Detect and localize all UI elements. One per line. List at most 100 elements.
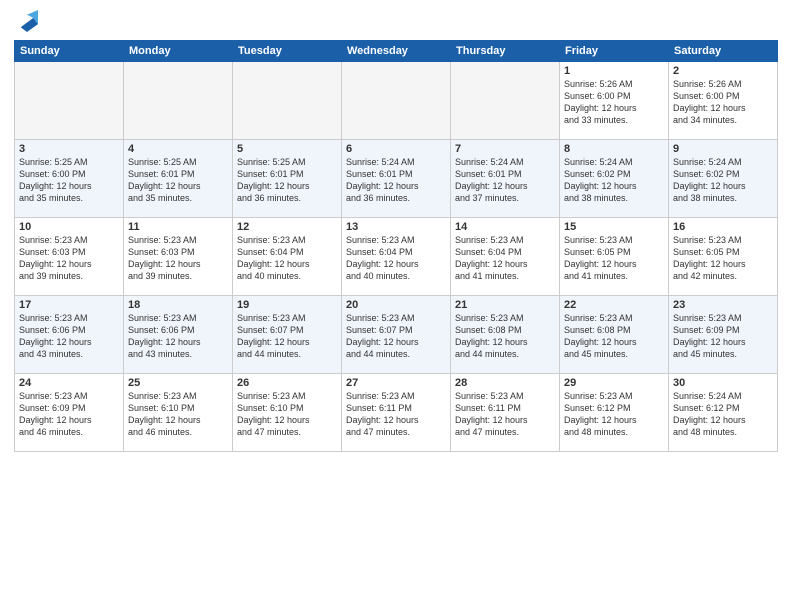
calendar-cell: 22Sunrise: 5:23 AM Sunset: 6:08 PM Dayli…	[560, 296, 669, 374]
calendar-cell: 20Sunrise: 5:23 AM Sunset: 6:07 PM Dayli…	[342, 296, 451, 374]
day-number: 1	[564, 65, 664, 77]
weekday-wednesday: Wednesday	[342, 41, 451, 62]
calendar-cell: 16Sunrise: 5:23 AM Sunset: 6:05 PM Dayli…	[669, 218, 778, 296]
day-number: 27	[346, 377, 446, 389]
day-number: 18	[128, 299, 228, 311]
day-number: 24	[19, 377, 119, 389]
calendar-cell: 4Sunrise: 5:25 AM Sunset: 6:01 PM Daylig…	[124, 140, 233, 218]
weekday-friday: Friday	[560, 41, 669, 62]
day-number: 9	[673, 143, 773, 155]
day-info: Sunrise: 5:25 AM Sunset: 6:00 PM Dayligh…	[19, 156, 119, 205]
calendar-cell: 25Sunrise: 5:23 AM Sunset: 6:10 PM Dayli…	[124, 374, 233, 452]
calendar-cell: 28Sunrise: 5:23 AM Sunset: 6:11 PM Dayli…	[451, 374, 560, 452]
day-info: Sunrise: 5:23 AM Sunset: 6:05 PM Dayligh…	[564, 234, 664, 283]
day-number: 25	[128, 377, 228, 389]
day-info: Sunrise: 5:23 AM Sunset: 6:05 PM Dayligh…	[673, 234, 773, 283]
day-info: Sunrise: 5:23 AM Sunset: 6:10 PM Dayligh…	[237, 390, 337, 439]
day-number: 10	[19, 221, 119, 233]
day-info: Sunrise: 5:23 AM Sunset: 6:11 PM Dayligh…	[346, 390, 446, 439]
day-number: 11	[128, 221, 228, 233]
day-info: Sunrise: 5:23 AM Sunset: 6:09 PM Dayligh…	[19, 390, 119, 439]
day-number: 3	[19, 143, 119, 155]
calendar-cell	[15, 62, 124, 140]
calendar-cell: 18Sunrise: 5:23 AM Sunset: 6:06 PM Dayli…	[124, 296, 233, 374]
calendar-cell: 17Sunrise: 5:23 AM Sunset: 6:06 PM Dayli…	[15, 296, 124, 374]
day-number: 26	[237, 377, 337, 389]
calendar-cell: 13Sunrise: 5:23 AM Sunset: 6:04 PM Dayli…	[342, 218, 451, 296]
week-row-4: 17Sunrise: 5:23 AM Sunset: 6:06 PM Dayli…	[15, 296, 778, 374]
calendar-cell	[124, 62, 233, 140]
day-number: 23	[673, 299, 773, 311]
page: SundayMondayTuesdayWednesdayThursdayFrid…	[0, 0, 792, 612]
day-info: Sunrise: 5:24 AM Sunset: 6:02 PM Dayligh…	[673, 156, 773, 205]
logo-icon	[16, 10, 38, 32]
day-info: Sunrise: 5:23 AM Sunset: 6:10 PM Dayligh…	[128, 390, 228, 439]
week-row-1: 1Sunrise: 5:26 AM Sunset: 6:00 PM Daylig…	[15, 62, 778, 140]
day-number: 22	[564, 299, 664, 311]
day-info: Sunrise: 5:23 AM Sunset: 6:07 PM Dayligh…	[237, 312, 337, 361]
calendar-cell: 23Sunrise: 5:23 AM Sunset: 6:09 PM Dayli…	[669, 296, 778, 374]
header	[14, 10, 778, 32]
day-info: Sunrise: 5:23 AM Sunset: 6:04 PM Dayligh…	[346, 234, 446, 283]
day-number: 6	[346, 143, 446, 155]
day-info: Sunrise: 5:23 AM Sunset: 6:07 PM Dayligh…	[346, 312, 446, 361]
day-info: Sunrise: 5:24 AM Sunset: 6:02 PM Dayligh…	[564, 156, 664, 205]
calendar: SundayMondayTuesdayWednesdayThursdayFrid…	[14, 40, 778, 452]
day-number: 15	[564, 221, 664, 233]
weekday-sunday: Sunday	[15, 41, 124, 62]
day-number: 12	[237, 221, 337, 233]
weekday-header-row: SundayMondayTuesdayWednesdayThursdayFrid…	[15, 41, 778, 62]
calendar-cell: 27Sunrise: 5:23 AM Sunset: 6:11 PM Dayli…	[342, 374, 451, 452]
day-info: Sunrise: 5:23 AM Sunset: 6:03 PM Dayligh…	[19, 234, 119, 283]
logo	[14, 10, 40, 32]
day-number: 8	[564, 143, 664, 155]
calendar-cell: 10Sunrise: 5:23 AM Sunset: 6:03 PM Dayli…	[15, 218, 124, 296]
calendar-cell: 2Sunrise: 5:26 AM Sunset: 6:00 PM Daylig…	[669, 62, 778, 140]
day-info: Sunrise: 5:25 AM Sunset: 6:01 PM Dayligh…	[237, 156, 337, 205]
calendar-cell: 24Sunrise: 5:23 AM Sunset: 6:09 PM Dayli…	[15, 374, 124, 452]
day-info: Sunrise: 5:23 AM Sunset: 6:06 PM Dayligh…	[19, 312, 119, 361]
week-row-3: 10Sunrise: 5:23 AM Sunset: 6:03 PM Dayli…	[15, 218, 778, 296]
calendar-cell: 1Sunrise: 5:26 AM Sunset: 6:00 PM Daylig…	[560, 62, 669, 140]
day-number: 13	[346, 221, 446, 233]
calendar-cell: 9Sunrise: 5:24 AM Sunset: 6:02 PM Daylig…	[669, 140, 778, 218]
day-info: Sunrise: 5:26 AM Sunset: 6:00 PM Dayligh…	[673, 78, 773, 127]
calendar-cell: 7Sunrise: 5:24 AM Sunset: 6:01 PM Daylig…	[451, 140, 560, 218]
day-number: 30	[673, 377, 773, 389]
day-info: Sunrise: 5:23 AM Sunset: 6:03 PM Dayligh…	[128, 234, 228, 283]
day-info: Sunrise: 5:24 AM Sunset: 6:01 PM Dayligh…	[346, 156, 446, 205]
day-info: Sunrise: 5:23 AM Sunset: 6:04 PM Dayligh…	[455, 234, 555, 283]
day-number: 7	[455, 143, 555, 155]
day-info: Sunrise: 5:23 AM Sunset: 6:08 PM Dayligh…	[455, 312, 555, 361]
day-info: Sunrise: 5:26 AM Sunset: 6:00 PM Dayligh…	[564, 78, 664, 127]
calendar-cell: 8Sunrise: 5:24 AM Sunset: 6:02 PM Daylig…	[560, 140, 669, 218]
weekday-monday: Monday	[124, 41, 233, 62]
calendar-cell	[342, 62, 451, 140]
calendar-cell	[233, 62, 342, 140]
day-info: Sunrise: 5:24 AM Sunset: 6:12 PM Dayligh…	[673, 390, 773, 439]
calendar-cell: 29Sunrise: 5:23 AM Sunset: 6:12 PM Dayli…	[560, 374, 669, 452]
day-number: 5	[237, 143, 337, 155]
calendar-cell: 19Sunrise: 5:23 AM Sunset: 6:07 PM Dayli…	[233, 296, 342, 374]
weekday-tuesday: Tuesday	[233, 41, 342, 62]
day-info: Sunrise: 5:23 AM Sunset: 6:12 PM Dayligh…	[564, 390, 664, 439]
day-info: Sunrise: 5:25 AM Sunset: 6:01 PM Dayligh…	[128, 156, 228, 205]
calendar-cell: 30Sunrise: 5:24 AM Sunset: 6:12 PM Dayli…	[669, 374, 778, 452]
day-number: 19	[237, 299, 337, 311]
day-info: Sunrise: 5:23 AM Sunset: 6:06 PM Dayligh…	[128, 312, 228, 361]
calendar-cell: 26Sunrise: 5:23 AM Sunset: 6:10 PM Dayli…	[233, 374, 342, 452]
calendar-cell: 11Sunrise: 5:23 AM Sunset: 6:03 PM Dayli…	[124, 218, 233, 296]
day-number: 21	[455, 299, 555, 311]
calendar-cell: 6Sunrise: 5:24 AM Sunset: 6:01 PM Daylig…	[342, 140, 451, 218]
day-info: Sunrise: 5:23 AM Sunset: 6:09 PM Dayligh…	[673, 312, 773, 361]
weekday-saturday: Saturday	[669, 41, 778, 62]
week-row-2: 3Sunrise: 5:25 AM Sunset: 6:00 PM Daylig…	[15, 140, 778, 218]
day-info: Sunrise: 5:23 AM Sunset: 6:11 PM Dayligh…	[455, 390, 555, 439]
weekday-thursday: Thursday	[451, 41, 560, 62]
calendar-cell: 12Sunrise: 5:23 AM Sunset: 6:04 PM Dayli…	[233, 218, 342, 296]
calendar-cell: 15Sunrise: 5:23 AM Sunset: 6:05 PM Dayli…	[560, 218, 669, 296]
day-number: 29	[564, 377, 664, 389]
day-number: 17	[19, 299, 119, 311]
calendar-cell: 21Sunrise: 5:23 AM Sunset: 6:08 PM Dayli…	[451, 296, 560, 374]
day-number: 14	[455, 221, 555, 233]
